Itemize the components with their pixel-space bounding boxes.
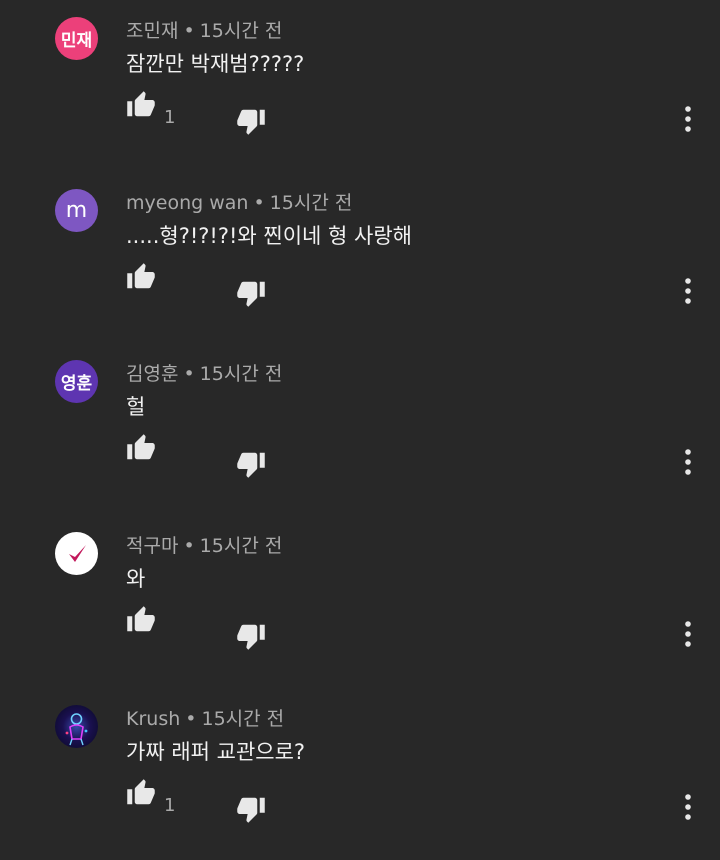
comment-time[interactable]: 15시간 전 xyxy=(200,535,283,557)
comment-item: 민재 조민재 • 15시간 전 잠깐만 박재범????? 1 xyxy=(0,0,720,172)
glowing-figure-image xyxy=(65,713,88,746)
meta-separator: • xyxy=(253,192,265,214)
comment-text: 와 xyxy=(126,567,146,591)
more-options-icon[interactable] xyxy=(678,447,698,477)
comment-item: m myeong wan • 15시간 전 .....형?!?!?!와 찐이네 형 … xyxy=(0,172,720,344)
comment-item: 적구마 • 15시간 전 와 xyxy=(0,515,720,687)
meta-separator: • xyxy=(185,708,197,730)
more-options-icon[interactable] xyxy=(678,619,698,649)
thumbs-up-icon[interactable] xyxy=(126,778,156,808)
author-name[interactable]: 조민재 xyxy=(126,20,178,42)
author-name[interactable]: myeong wan xyxy=(126,192,248,214)
more-options-icon[interactable] xyxy=(678,276,698,306)
thumbs-down-icon[interactable] xyxy=(236,621,266,651)
author-name[interactable]: Krush xyxy=(126,708,180,730)
meta-separator: • xyxy=(183,20,195,42)
comment-time[interactable]: 15시간 전 xyxy=(270,192,353,214)
thumbs-down-icon[interactable] xyxy=(236,278,266,308)
comment-text: .....형?!?!?!와 찐이네 형 사랑해 xyxy=(126,224,412,248)
thumbs-up-icon[interactable] xyxy=(126,605,156,635)
avatar[interactable]: 영훈 xyxy=(55,360,98,403)
avatar[interactable] xyxy=(55,532,98,575)
comment-time[interactable]: 15시간 전 xyxy=(200,20,283,42)
thumbs-down-icon[interactable] xyxy=(236,449,266,479)
comment-text: 헐 xyxy=(126,395,146,419)
comment-time[interactable]: 15시간 전 xyxy=(200,363,283,385)
comment-meta: 김영훈 • 15시간 전 xyxy=(126,359,282,386)
like-count: 1 xyxy=(164,107,176,128)
avatar-initials: 민재 xyxy=(60,31,93,51)
comment-meta: myeong wan • 15시간 전 xyxy=(126,188,352,215)
avatar[interactable] xyxy=(55,705,98,748)
thumbs-down-icon[interactable] xyxy=(236,106,266,136)
comment-time[interactable]: 15시간 전 xyxy=(201,708,284,730)
more-options-icon[interactable] xyxy=(678,792,698,822)
avatar[interactable]: m xyxy=(55,189,98,232)
like-count: 1 xyxy=(164,795,176,816)
author-name[interactable]: 김영훈 xyxy=(126,363,178,385)
thumbs-up-icon[interactable] xyxy=(126,90,156,120)
comment-meta: 적구마 • 15시간 전 xyxy=(126,531,282,558)
thumbs-up-icon[interactable] xyxy=(126,262,156,292)
more-options-icon[interactable] xyxy=(678,104,698,134)
meta-separator: • xyxy=(183,363,195,385)
thumbs-down-icon[interactable] xyxy=(236,794,266,824)
avatar-initials: 영훈 xyxy=(60,374,93,394)
author-name[interactable]: 적구마 xyxy=(126,535,178,557)
comment-item: Krush • 15시간 전 가짜 래퍼 교관으로? 1 xyxy=(0,688,720,860)
comment-text: 잠깐만 박재범????? xyxy=(126,52,305,76)
meta-separator: • xyxy=(183,535,195,557)
avatar-initials: m xyxy=(65,198,88,223)
thumbs-up-icon[interactable] xyxy=(126,433,156,463)
check-mark-icon xyxy=(68,544,86,562)
comment-text: 가짜 래퍼 교관으로? xyxy=(126,740,306,764)
comment-meta: Krush • 15시간 전 xyxy=(126,704,284,731)
comment-item: 영훈 김영훈 • 15시간 전 헐 xyxy=(0,343,720,515)
comment-meta: 조민재 • 15시간 전 xyxy=(126,16,282,43)
avatar[interactable]: 민재 xyxy=(55,17,98,60)
